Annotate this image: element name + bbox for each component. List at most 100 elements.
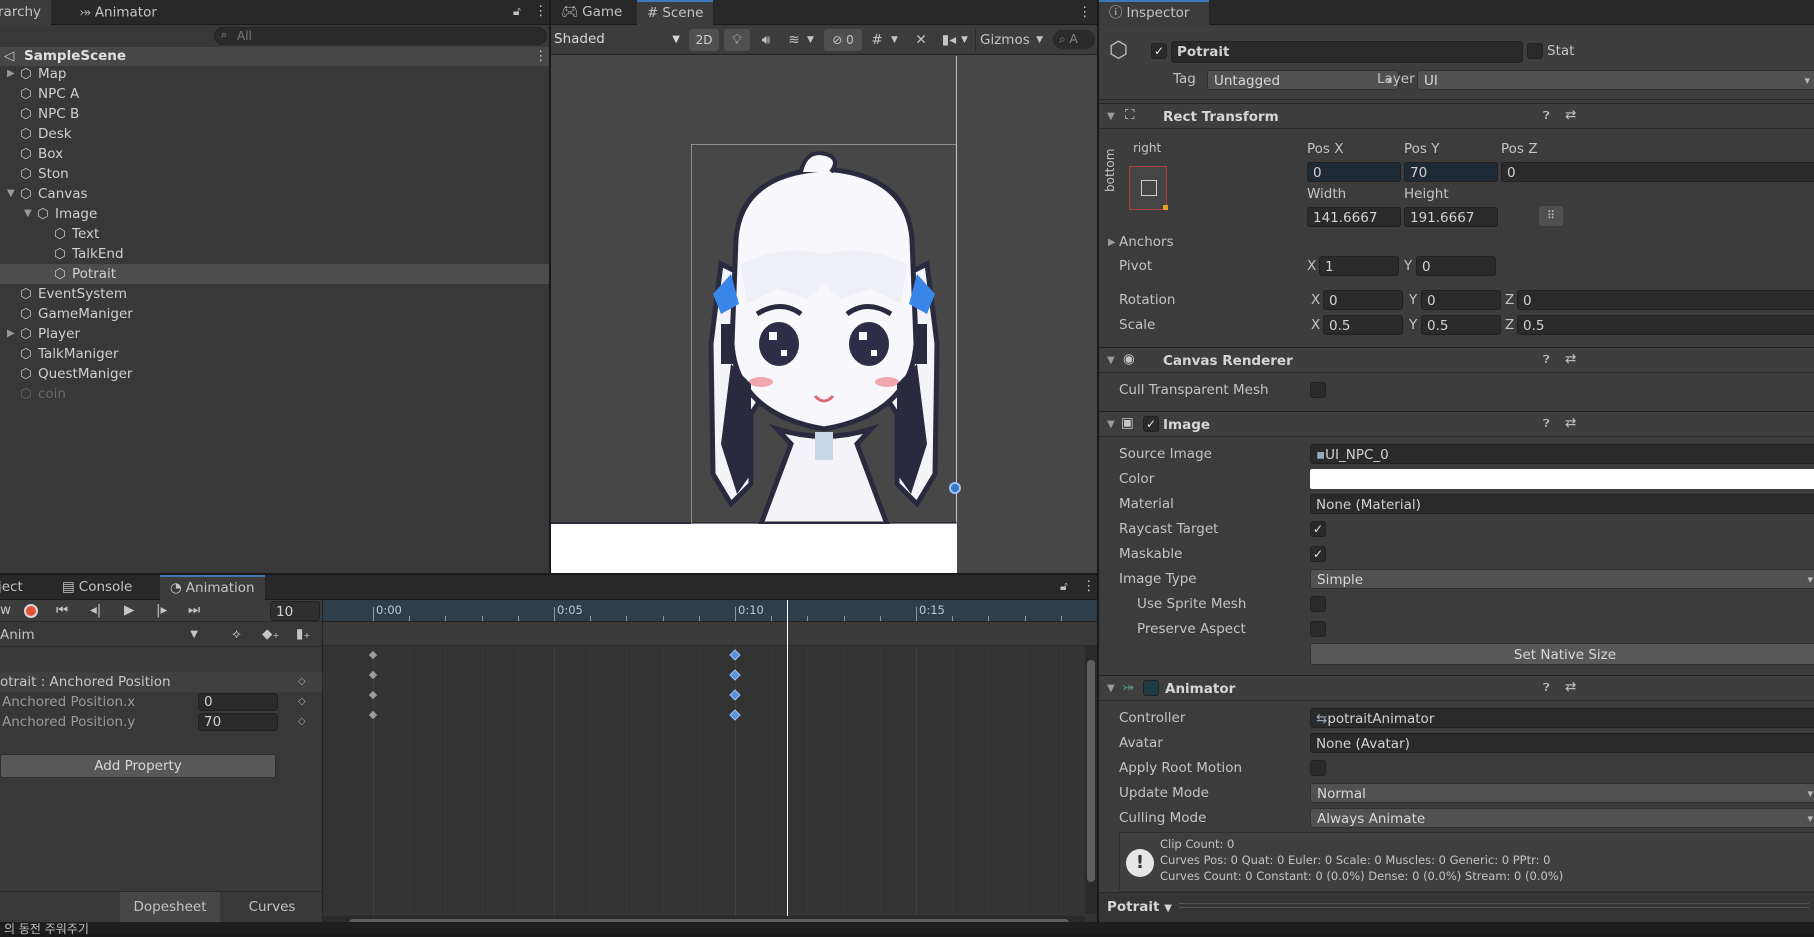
hierarchy-item[interactable]: ⬡ EventSystem <box>0 284 549 304</box>
image-header[interactable]: ▼ ▣ ✓ Image ❓︎ ⇄ <box>1099 411 1814 437</box>
tab-animator[interactable]: ⤖ Animator <box>70 0 167 25</box>
anchors-expand-icon[interactable]: ▶ <box>1108 237 1116 248</box>
raycast-checkbox[interactable]: ✓ <box>1310 521 1326 537</box>
material-field[interactable]: None (Material) <box>1310 494 1814 514</box>
blueprint-mode-button[interactable]: ⠿ <box>1539 206 1563 226</box>
frame-input[interactable]: 10 <box>270 601 320 621</box>
curves-tab[interactable]: Curves <box>224 892 320 922</box>
maskable-checkbox[interactable]: ✓ <box>1310 546 1326 562</box>
rotation-x-field[interactable]: 0 <box>1323 290 1403 310</box>
gizmos-dropdown[interactable]: Gizmos ▼ <box>975 29 1045 51</box>
vertical-scrollbar[interactable] <box>1085 646 1097 914</box>
canvas-renderer-header[interactable]: ▼ ◉ Canvas Renderer ❓︎ ⇄ <box>1099 347 1814 373</box>
tools-icon[interactable]: ✕ <box>909 29 933 51</box>
expand-arrow-right-icon[interactable]: ▶ <box>7 324 15 344</box>
hierarchy-search-input[interactable]: ⌕ All <box>214 27 547 45</box>
hierarchy-item[interactable]: ⬡ Desk <box>0 124 549 144</box>
image-enabled-checkbox[interactable]: ✓ <box>1143 416 1159 432</box>
cull-mesh-checkbox[interactable] <box>1310 382 1326 398</box>
prev-keyframe-icon[interactable]: ◂| <box>90 602 101 618</box>
help-icon[interactable]: ❓︎ <box>1543 353 1550 367</box>
keyframe-diamond[interactable] <box>367 689 379 701</box>
static-checkbox[interactable] <box>1527 43 1543 59</box>
camera-icon[interactable]: ▮◂ <box>937 29 961 51</box>
pos-z-field[interactable]: 0 <box>1501 162 1814 182</box>
expand-arrow-down-icon[interactable]: ▼ <box>7 184 15 204</box>
event-strip[interactable] <box>323 622 1097 646</box>
hierarchy-item[interactable]: ⬡ TalkEnd <box>0 244 549 264</box>
source-image-field[interactable]: ▪UI_NPC_0 <box>1310 444 1814 464</box>
panel-menu-icon[interactable]: ⋮ <box>534 3 548 19</box>
tab-console[interactable]: ▤ Console <box>52 575 142 600</box>
animation-property-row[interactable]: Anchored Position.x 0 ◇ <box>0 692 322 712</box>
grid-dropdown-icon[interactable]: ▼ <box>891 29 903 51</box>
next-keyframe-icon[interactable]: |▸ <box>156 602 167 618</box>
rotation-y-field[interactable]: 0 <box>1421 290 1501 310</box>
tab-scene[interactable]: # Scene <box>637 0 714 25</box>
set-native-size-button[interactable]: Set Native Size <box>1310 643 1814 665</box>
keyframe-diamond[interactable] <box>367 709 379 721</box>
help-icon[interactable]: ❓︎ <box>1543 417 1550 431</box>
settings-icon[interactable]: ⇄ <box>1565 679 1576 695</box>
record-button[interactable] <box>24 604 38 618</box>
timeline-ruler[interactable]: 0:000:050:100:150:20 <box>323 600 1097 622</box>
settings-icon[interactable]: ⇄ <box>1565 107 1576 123</box>
clip-dropdown[interactable]: Anim ▼ <box>0 625 200 645</box>
lighting-toggle-icon[interactable]: 💡︎ <box>724 29 750 51</box>
pos-x-field[interactable]: 0 <box>1307 162 1401 182</box>
hierarchy-item[interactable]: ⬡ GameManiger <box>0 304 549 324</box>
audio-toggle-icon[interactable]: 🔊︎ <box>754 29 778 51</box>
scale-x-field[interactable]: 0.5 <box>1323 315 1403 335</box>
sprite-mesh-checkbox[interactable] <box>1310 596 1326 612</box>
hierarchy-item[interactable]: ⬡ NPC A <box>0 84 549 104</box>
animation-property-row[interactable]: Anchored Position.y 70 ◇ <box>0 712 322 732</box>
grid-snap-icon[interactable]: # <box>865 29 889 51</box>
help-icon[interactable]: ❓︎ <box>1543 681 1550 695</box>
scale-y-field[interactable]: 0.5 <box>1421 315 1501 335</box>
keyframe-diamond[interactable] <box>367 669 379 681</box>
preview-button[interactable]: w <box>0 602 11 618</box>
hierarchy-item[interactable]: ⬡ Ston <box>0 164 549 184</box>
hierarchy-item[interactable]: ⬡ Text <box>0 224 549 244</box>
animator-header[interactable]: ▼ ⤖ Animator ❓︎ ⇄ <box>1099 675 1814 701</box>
last-keyframe-icon[interactable]: ⏭ <box>188 602 200 618</box>
hierarchy-item[interactable]: ⬡ coin <box>0 384 549 404</box>
update-mode-dropdown[interactable]: Normal <box>1310 783 1814 803</box>
hierarchy-item[interactable]: ⬡ QuestManiger <box>0 364 549 384</box>
add-event-icon[interactable]: ◆₊ <box>262 626 280 642</box>
timeline-area[interactable]: 0:000:050:100:150:20 <box>322 600 1097 922</box>
hierarchy-item[interactable]: ▶ ⬡ Player <box>0 324 549 344</box>
tab-hierarchy[interactable]: rarchy <box>0 0 52 25</box>
animation-property-value[interactable]: 0 <box>198 693 278 711</box>
pivot-handle[interactable] <box>949 482 961 494</box>
animation-property-value[interactable]: 70 <box>198 713 278 731</box>
scene-menu-icon[interactable]: ⋮ <box>1078 4 1092 20</box>
animator-enabled-checkbox[interactable] <box>1143 680 1159 696</box>
rotation-z-field[interactable]: 0 <box>1517 290 1814 310</box>
shading-mode-dropdown[interactable]: Shaded ▼ <box>554 29 684 50</box>
footer-object-dropdown[interactable]: Potrait ▼ <box>1107 899 1172 915</box>
tag-dropdown[interactable]: Untagged <box>1207 70 1399 90</box>
help-icon[interactable]: ❓︎ <box>1543 109 1550 123</box>
color-swatch[interactable] <box>1310 469 1814 489</box>
add-property-button[interactable]: Add Property <box>0 754 276 778</box>
scene-viewport[interactable] <box>551 56 1097 573</box>
settings-icon[interactable]: ⇄ <box>1565 415 1576 431</box>
width-field[interactable]: 141.6667 <box>1307 207 1401 227</box>
rect-transform-header[interactable]: ▼ ⛶ Rect Transform ❓︎ ⇄ <box>1099 103 1814 129</box>
keyframe-diamond[interactable] <box>729 689 741 701</box>
timeline-cursor[interactable] <box>787 600 788 922</box>
hierarchy-item[interactable]: ▼ ⬡ Canvas <box>0 184 549 204</box>
hierarchy-item[interactable]: ⬡ Potrait <box>0 264 549 284</box>
hierarchy-item[interactable]: ⬡ Box <box>0 144 549 164</box>
culling-mode-dropdown[interactable]: Always Animate <box>1310 808 1814 828</box>
active-checkbox[interactable]: ✓ <box>1151 43 1167 59</box>
play-icon[interactable]: ▶ <box>124 602 134 618</box>
effects-dropdown-icon[interactable]: ▼ <box>807 29 819 51</box>
add-marker-icon[interactable]: ▮₊ <box>296 626 311 642</box>
hierarchy-item[interactable]: ⬡ TalkManiger <box>0 344 549 364</box>
first-keyframe-icon[interactable]: ⏮ <box>56 602 68 618</box>
hierarchy-item[interactable]: ⬡ NPC B <box>0 104 549 124</box>
scale-z-field[interactable]: 0.5 <box>1517 315 1814 335</box>
keyframe-diamond[interactable] <box>729 649 741 661</box>
